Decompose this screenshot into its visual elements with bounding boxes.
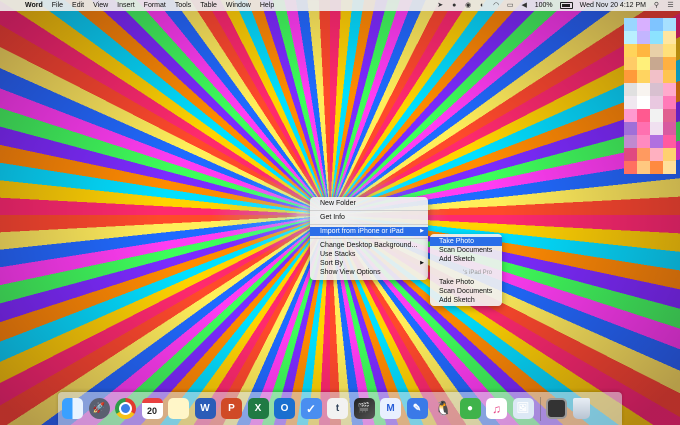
notes-icon[interactable] <box>168 398 189 419</box>
excel-icon[interactable]: X <box>247 398 269 419</box>
menu-item-show-view-options[interactable]: Show View Options <box>310 268 428 277</box>
menu-item-import-from-iphone[interactable]: Import from iPhone or iPad ▶ <box>310 227 428 236</box>
spotlight-search-icon[interactable]: ⚲ <box>653 2 660 9</box>
menu-file[interactable]: File <box>52 2 63 9</box>
battery-icon[interactable] <box>559 2 573 9</box>
status-area: ➤ ● ◉ ◐ ◠ ▭ ◀ 100% Wed Nov 20 4:12 PM ⚲ … <box>437 2 674 9</box>
menu-separator <box>310 224 428 225</box>
powerpoint-icon[interactable]: P <box>221 398 242 419</box>
menu-bar: Word File Edit View Insert Format Tools … <box>0 0 680 11</box>
menu-separator <box>310 210 428 211</box>
volume-icon[interactable]: ◀ <box>521 2 528 9</box>
app-menu[interactable]: Word <box>25 2 43 9</box>
menu-edit[interactable]: Edit <box>72 2 84 9</box>
send-icon[interactable]: ➤ <box>437 2 444 9</box>
wifi-icon[interactable]: ◠ <box>493 2 500 9</box>
dock: 🚀 20 W P X O ✓ t 🎬 M ✎ 🐧 ● ♫ 🖼 <box>58 392 622 425</box>
tumblr-icon[interactable]: t <box>327 398 348 419</box>
dock-separator <box>540 396 541 421</box>
menu-table[interactable]: Table <box>200 2 217 9</box>
menu-help[interactable]: Help <box>260 2 274 9</box>
airplay-icon[interactable]: ▭ <box>507 2 514 9</box>
preview-icon[interactable]: 🖼 <box>512 398 534 419</box>
finder-icon[interactable] <box>62 398 83 419</box>
submenu-arrow-icon: ▶ <box>420 260 424 266</box>
menu-item-label: Import from iPhone or iPad <box>320 228 404 235</box>
todo-icon[interactable]: ✓ <box>300 398 322 419</box>
menu-window[interactable]: Window <box>226 2 251 9</box>
desktop-context-menu: New Folder Get Info Import from iPhone o… <box>310 197 428 280</box>
qq-icon[interactable]: 🐧 <box>433 398 454 419</box>
menu-item-sort-by[interactable]: Sort By ▶ <box>310 259 428 268</box>
screen-window-icon[interactable] <box>546 398 567 419</box>
outlook-icon[interactable]: O <box>274 398 295 419</box>
wechat-app-icon[interactable]: ● <box>459 398 481 419</box>
submenu-take-photo[interactable]: Take Photo <box>430 237 502 246</box>
notification-center-icon[interactable]: ☰ <box>667 2 674 9</box>
menu-item-change-desktop-background[interactable]: Change Desktop Background... <box>310 241 428 250</box>
wechat-icon[interactable]: ◉ <box>465 2 472 9</box>
submenu-device-header: 's iPad Pro <box>463 270 492 276</box>
menu-item-use-stacks[interactable]: Use Stacks <box>310 250 428 259</box>
menu-item-label: Sort By <box>320 260 343 267</box>
trash-icon[interactable] <box>572 398 590 419</box>
penguin-icon[interactable]: ● <box>451 2 458 9</box>
sync-icon[interactable]: ◐ <box>479 2 486 9</box>
pencil-app-icon[interactable]: ✎ <box>406 398 428 419</box>
clock[interactable]: Wed Nov 20 4:12 PM <box>580 2 646 9</box>
submenu-scan-documents[interactable]: Scan Documents <box>430 246 502 255</box>
submenu-scan-documents-ipad[interactable]: Scan Documents <box>430 287 502 296</box>
final-cut-icon[interactable]: 🎬 <box>353 398 375 419</box>
battery-percent: 100% <box>534 2 553 9</box>
menu-item-get-info[interactable]: Get Info <box>310 213 428 222</box>
menu-view[interactable]: View <box>93 2 108 9</box>
pixelated-region <box>624 18 676 188</box>
menu-item-new-folder[interactable]: New Folder <box>310 199 428 208</box>
menu-insert[interactable]: Insert <box>117 2 135 9</box>
submenu-add-sketch[interactable]: Add Sketch <box>430 255 502 264</box>
word-icon[interactable]: W <box>194 398 216 419</box>
submenu-take-photo-ipad[interactable]: Take Photo <box>430 278 502 287</box>
menu-separator <box>310 238 428 239</box>
submenu-add-sketch-ipad[interactable]: Add Sketch <box>430 296 502 305</box>
itunes-icon[interactable]: ♫ <box>486 398 507 419</box>
launchpad-icon[interactable]: 🚀 <box>88 398 110 419</box>
mindnode-icon[interactable]: M <box>380 398 401 419</box>
import-submenu: Take Photo Scan Documents Add Sketch 's … <box>430 234 502 306</box>
menu-format[interactable]: Format <box>144 2 166 9</box>
submenu-arrow-icon: ▶ <box>420 228 424 234</box>
menu-tools[interactable]: Tools <box>175 2 191 9</box>
chrome-icon[interactable] <box>115 398 136 419</box>
calendar-icon[interactable]: 20 <box>141 398 163 419</box>
